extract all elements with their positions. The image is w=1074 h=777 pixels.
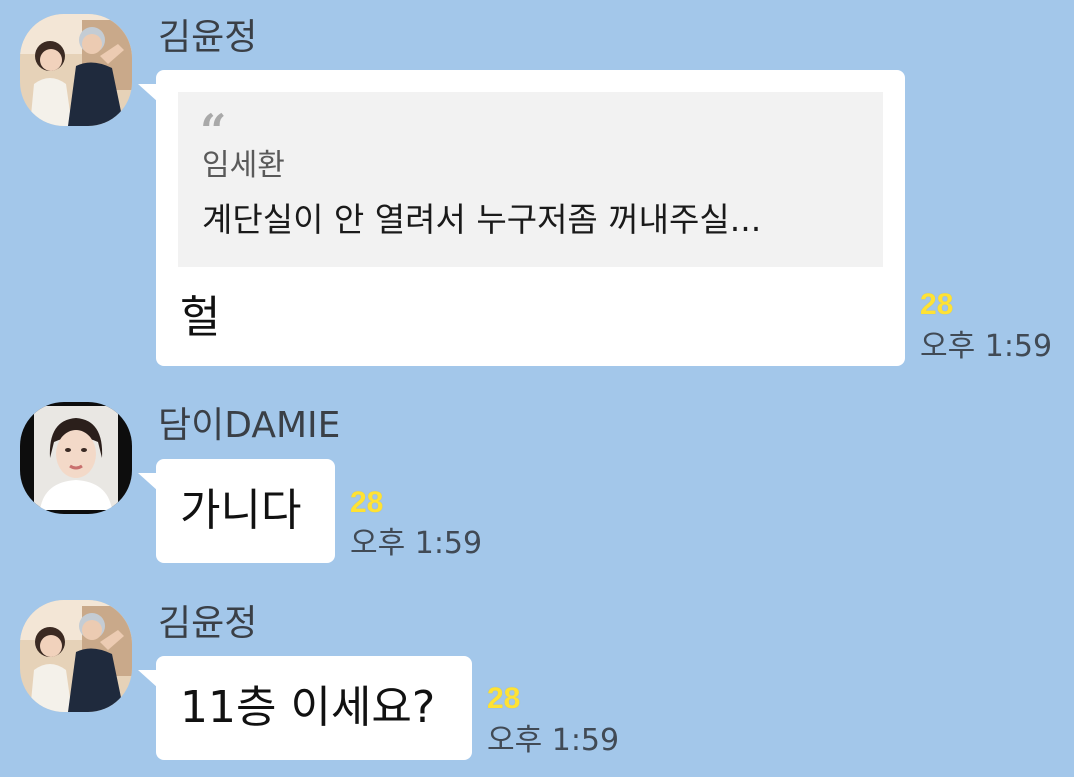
unread-count: 28 [350, 486, 384, 519]
bubble-tail [138, 473, 158, 491]
message-text: 가니다 [180, 485, 302, 536]
sender-name: 담이DAMIE [158, 405, 341, 446]
bubble-tail [138, 84, 158, 102]
avatar[interactable] [20, 402, 132, 514]
message-row: 김윤정 “ 임세환 계단실이 안 열려서 누구저좀 꺼내주실... 헐 28 오… [0, 0, 1074, 380]
message-bubble[interactable]: 11층 이세요? [138, 656, 472, 760]
message-row: 김윤정 11층 이세요? 28 오후 1:59 [0, 580, 1074, 777]
message-time: 오후 1:59 [350, 526, 483, 561]
avatar[interactable] [20, 14, 132, 126]
reply-quote[interactable]: “ 임세환 계단실이 안 열려서 누구저좀 꺼내주실... [178, 92, 883, 267]
message-row: 담이DAMIE 가니다 28 오후 1:59 [0, 380, 1074, 580]
chat-room: { "messages": [ { "sender": "김윤정", "avat… [0, 0, 1074, 777]
quote-text: 계단실이 안 열려서 누구저좀 꺼내주실... [202, 200, 762, 239]
unread-count: 28 [920, 288, 954, 321]
bubble-tail [138, 670, 158, 688]
quote-author: 임세환 [202, 148, 285, 183]
sender-name: 김윤정 [158, 17, 258, 58]
unread-count: 28 [487, 682, 521, 715]
message-bubble[interactable]: 가니다 [138, 459, 335, 563]
message-time: 오후 1:59 [487, 723, 620, 758]
message-text: 헐 [180, 292, 221, 343]
sender-name: 김윤정 [158, 603, 258, 644]
message-bubble[interactable]: “ 임세환 계단실이 안 열려서 누구저좀 꺼내주실... 헐 [138, 70, 905, 366]
avatar[interactable] [20, 600, 132, 712]
message-time: 오후 1:59 [920, 329, 1053, 364]
message-text: 11층 이세요? [180, 682, 436, 733]
